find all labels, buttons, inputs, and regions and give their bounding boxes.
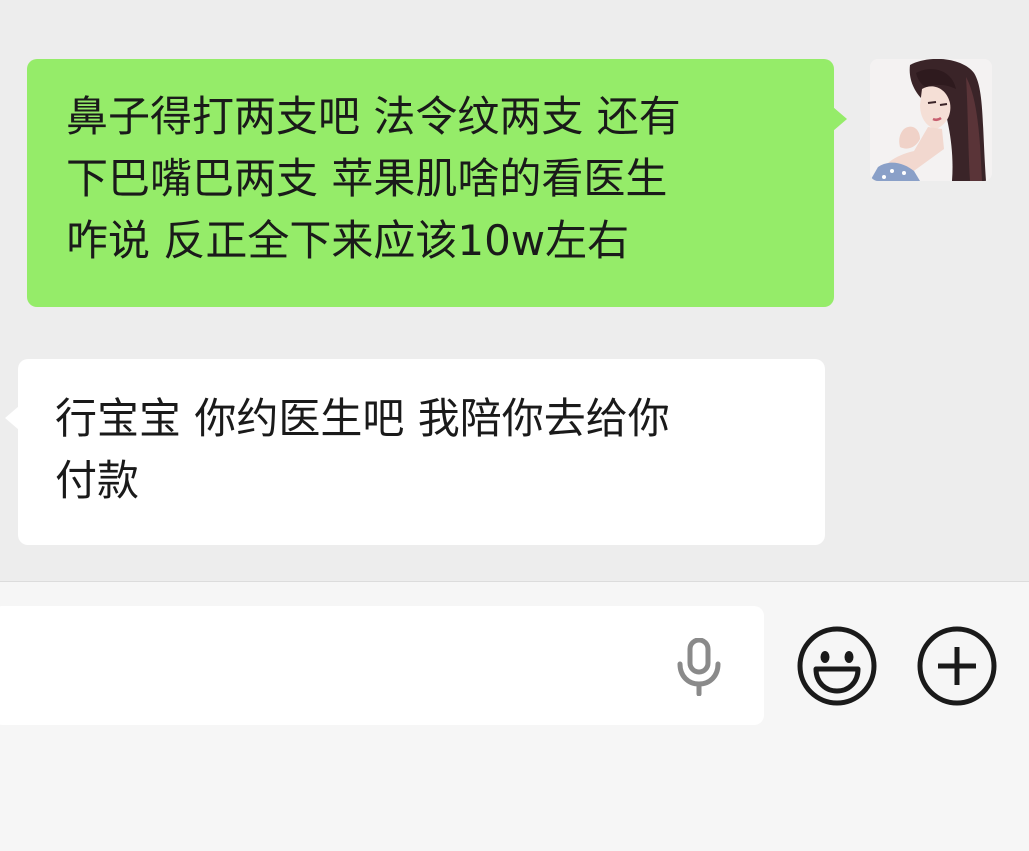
chat-message-area[interactable]: 鼻子得打两支吧 法令纹两支 还有 下巴嘴巴两支 苹果肌啥的看医生 咋说 反正全下…: [0, 0, 1029, 581]
plus-icon: [917, 626, 997, 706]
microphone-icon[interactable]: [674, 638, 724, 696]
message-text-line: 付款: [55, 456, 140, 505]
more-options-button[interactable]: [916, 625, 998, 707]
emoji-icon: [797, 626, 877, 706]
message-text-line: 下巴嘴巴两支 苹果肌啥的看医生: [66, 154, 668, 203]
received-message-bubble[interactable]: 行宝宝 你约医生吧 我陪你去给你 付款: [5, 359, 825, 545]
emoji-button[interactable]: [796, 625, 878, 707]
sent-message-bubble[interactable]: 鼻子得打两支吧 法令纹两支 还有 下巴嘴巴两支 苹果肌啥的看医生 咋说 反正全下…: [27, 59, 847, 307]
user-avatar[interactable]: [870, 59, 992, 181]
message-text-line: 咋说 反正全下来应该10w左右: [66, 216, 630, 265]
message-input[interactable]: [0, 606, 764, 725]
message-text-line: 行宝宝 你约医生吧 我陪你去给你: [55, 394, 670, 443]
message-text-line: 鼻子得打两支吧 法令纹两支 还有: [66, 92, 681, 141]
avatar-portrait-image: [870, 59, 992, 181]
input-bar: [0, 581, 1029, 851]
